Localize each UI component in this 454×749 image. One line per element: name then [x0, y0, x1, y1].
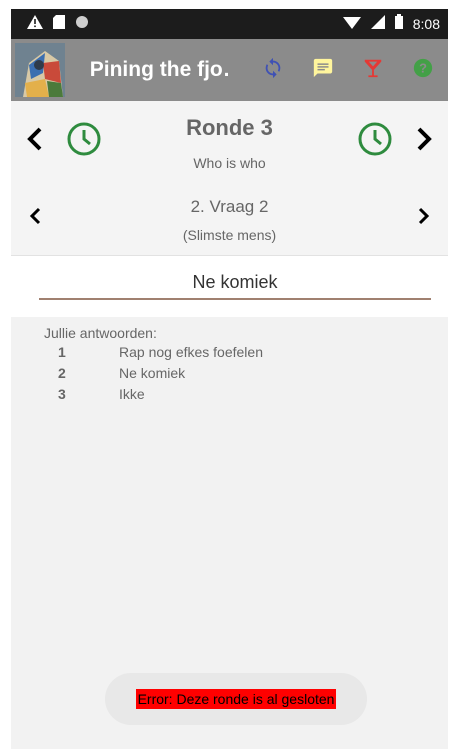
toolbar: Pining the fjo…: [11, 39, 448, 101]
answer-text: Rap nog efkes foefelen: [119, 343, 263, 360]
list-item: 3 Ikke: [44, 383, 448, 404]
battery-icon: [394, 14, 403, 34]
question-title: 2. Vraag 2: [190, 197, 269, 216]
toast-message: Error: Deze ronde is al gesloten: [135, 689, 337, 709]
help-button[interactable]: ?: [398, 50, 448, 90]
app-title: Pining the fjo…: [89, 58, 228, 81]
round-subtitle: Who is who: [193, 155, 266, 171]
cocktail-button[interactable]: [348, 50, 398, 90]
status-right: 8:08: [342, 14, 440, 34]
wifi-icon: [342, 15, 361, 34]
sync-icon: [262, 57, 284, 84]
round-info: Ronde 3 Who is who: [109, 111, 350, 171]
circle-icon: [75, 15, 89, 34]
prev-question-button[interactable]: [11, 207, 59, 230]
chevron-right-icon: [418, 207, 430, 230]
answer-number: 3: [58, 385, 66, 402]
warning-icon: [27, 14, 43, 34]
signal-icon: [370, 14, 385, 34]
round-start-clock-button[interactable]: [59, 121, 109, 162]
round-end-clock-button[interactable]: [350, 121, 400, 162]
status-time: 8:08: [412, 16, 440, 32]
next-question-button[interactable]: [400, 207, 448, 230]
list-item: 2 Ne komiek: [44, 362, 448, 383]
round-nav: Ronde 3 Who is who: [11, 101, 448, 181]
status-bar: 8:08: [11, 9, 448, 39]
chevron-left-icon: [27, 127, 43, 156]
svg-text:?: ?: [419, 60, 427, 75]
question-subtitle: (Slimste mens): [182, 227, 277, 243]
chevron-left-icon: [29, 207, 41, 230]
clock-icon: [357, 121, 393, 162]
sd-card-icon: [53, 14, 65, 34]
answers-label: Jullie antwoorden:: [44, 325, 157, 341]
help-icon: ?: [412, 57, 434, 84]
chevron-right-icon: [416, 127, 432, 156]
round-title: Ronde 3: [186, 115, 273, 140]
next-round-button[interactable]: [400, 127, 448, 156]
error-toast: Error: Deze ronde is al gesloten: [105, 673, 367, 725]
answer-number: 1: [58, 343, 66, 360]
message-button[interactable]: [298, 50, 348, 90]
question-nav: 2. Vraag 2 (Slimste mens): [11, 181, 448, 255]
question-info: 2. Vraag 2 (Slimste mens): [59, 193, 400, 243]
answer-input[interactable]: [39, 266, 431, 300]
answer-text: Ikke: [119, 385, 145, 402]
answer-number: 2: [58, 364, 66, 381]
sync-button[interactable]: [248, 50, 298, 90]
phone-screen: 8:08 Pining the fjo…: [11, 9, 448, 749]
list-item: 1 Rap nog efkes foefelen: [44, 341, 448, 362]
status-left: [27, 14, 89, 34]
prev-round-button[interactable]: [11, 127, 59, 156]
cocktail-icon: [362, 57, 384, 84]
app-avatar: [15, 43, 65, 97]
avatar-image: [15, 43, 65, 97]
answer-text: Ne komiek: [119, 364, 186, 381]
message-icon: [312, 57, 334, 84]
clock-icon: [66, 121, 102, 162]
answer-card: [11, 255, 448, 317]
answers-list: Jullie antwoorden: 1 Rap nog efkes foefe…: [11, 317, 448, 404]
toolbar-actions: ?: [248, 50, 448, 90]
